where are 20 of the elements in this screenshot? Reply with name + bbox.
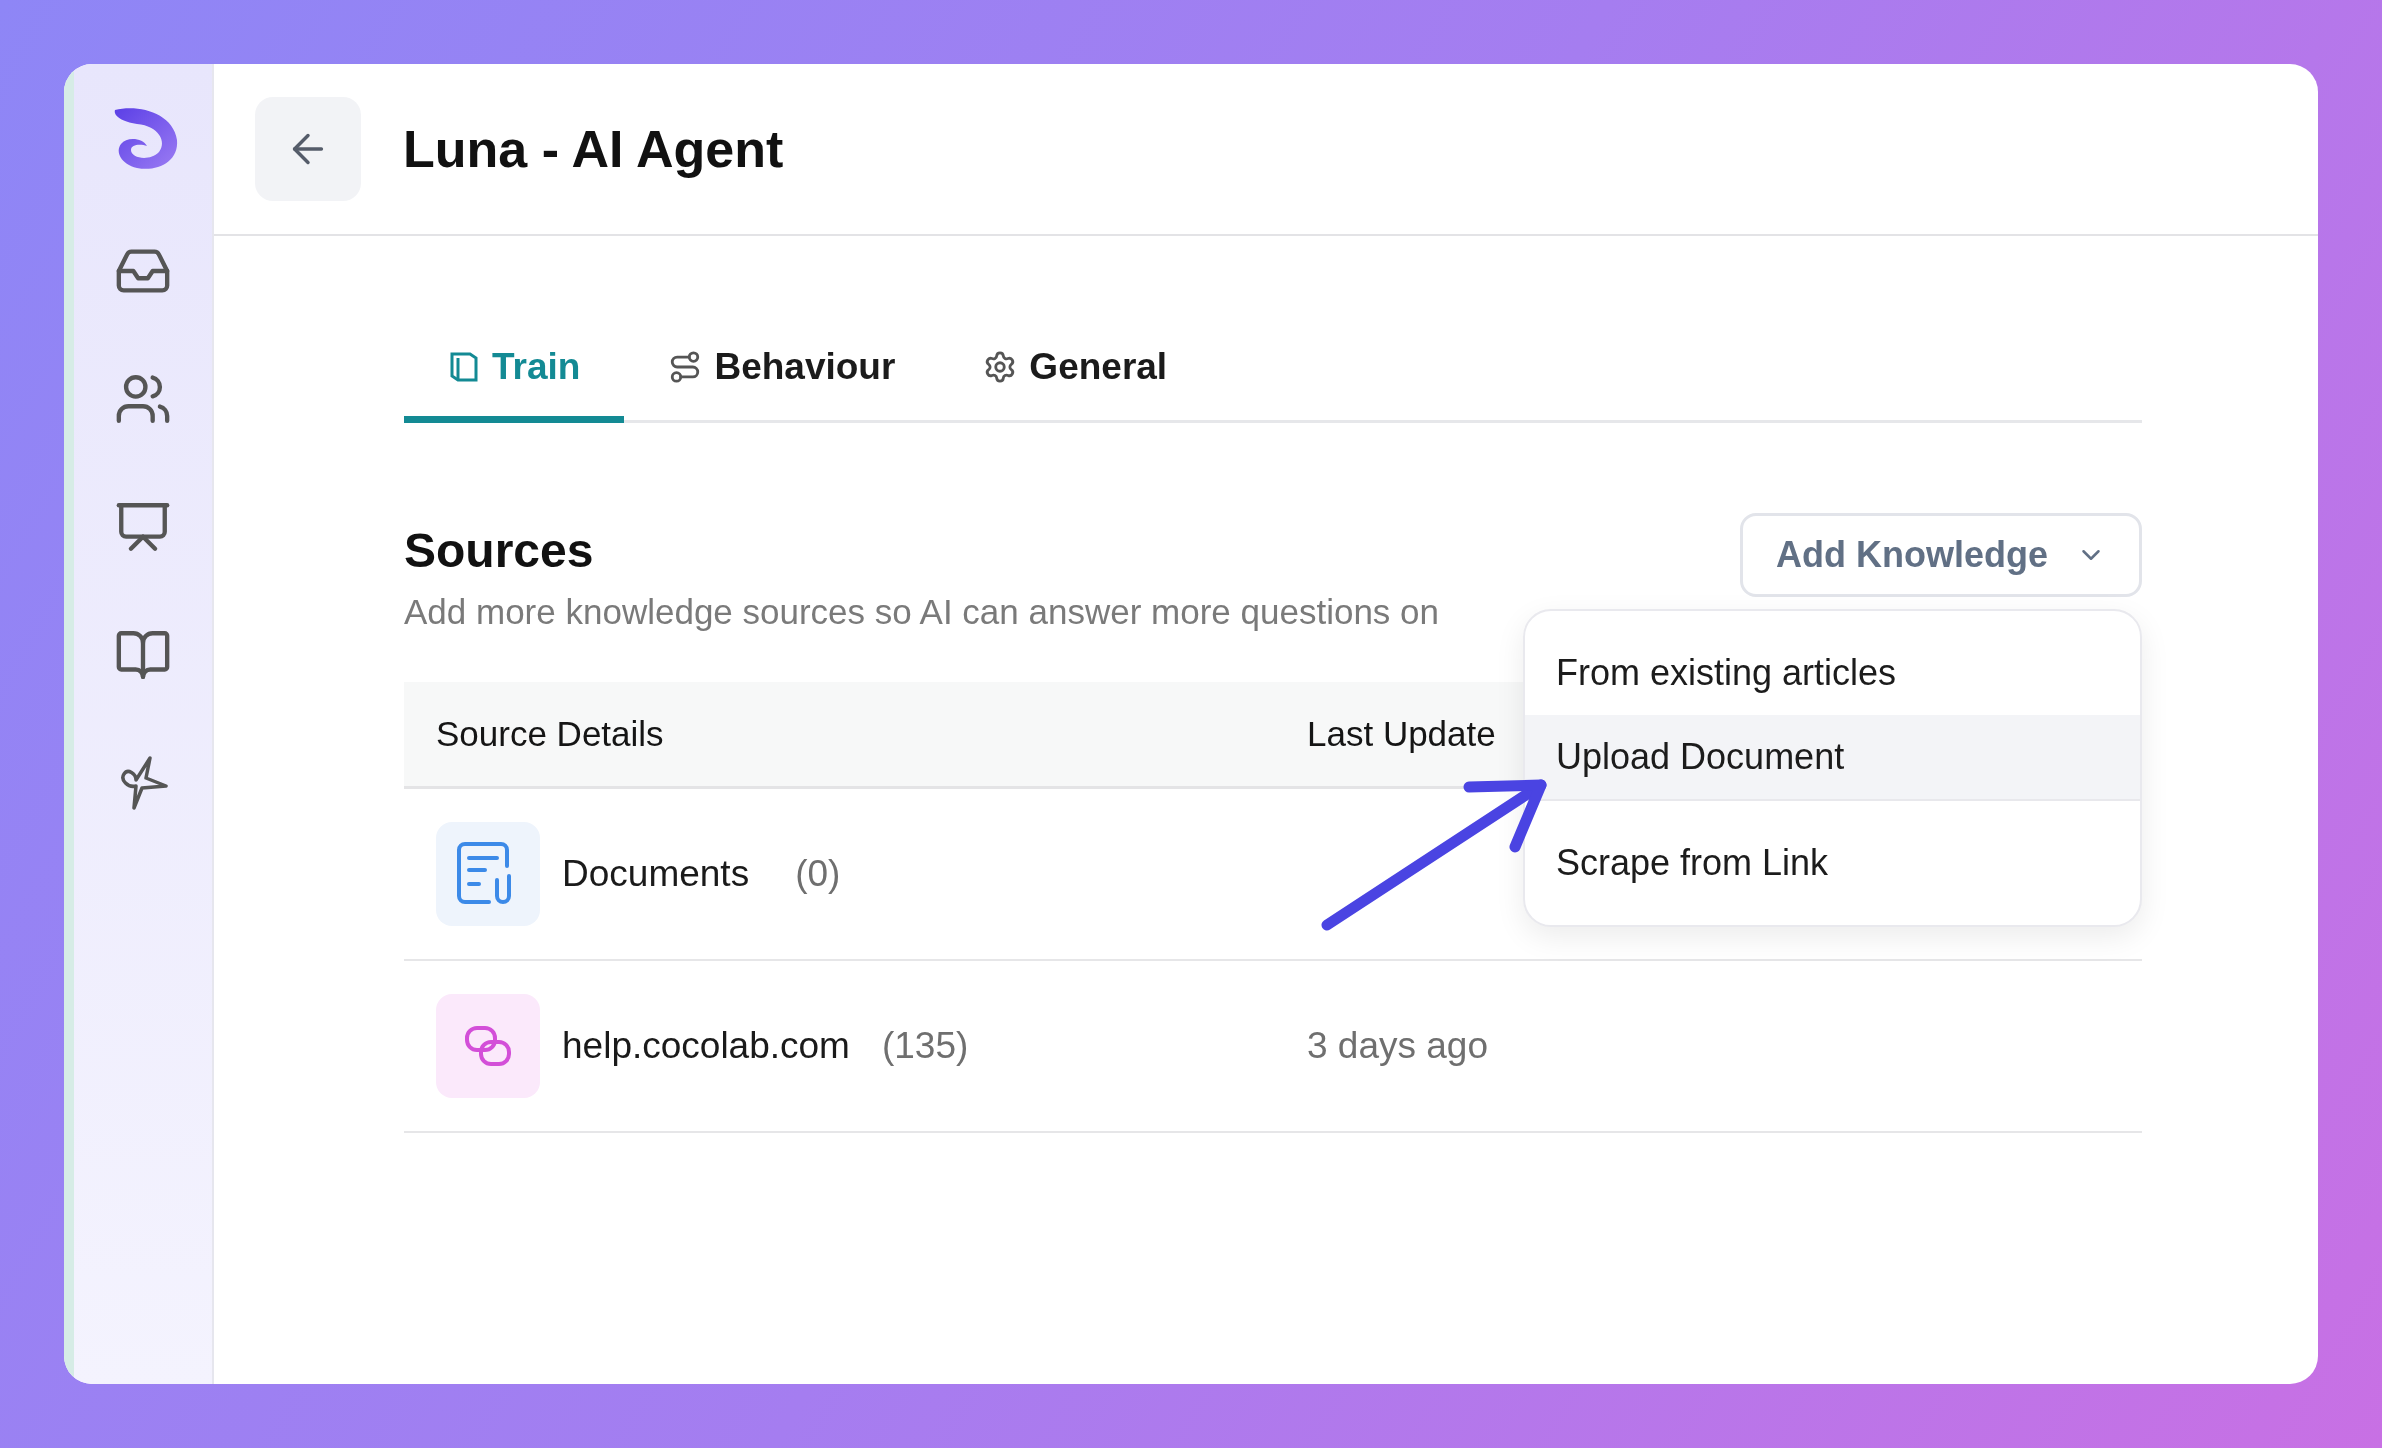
column-header: Source Details (436, 714, 665, 754)
back-button[interactable] (255, 97, 361, 201)
last-updated: 3 days ago (1307, 1025, 1490, 1067)
source-name: Documents (562, 853, 750, 895)
page-title: Luna - AI Agent (403, 119, 784, 179)
section-description: Add more knowledge sources so AI can answer more questions on (404, 592, 1439, 632)
column-header: Last Update (1307, 714, 1497, 754)
link-icon (463, 1024, 513, 1068)
tab[interactable]: General (939, 316, 1212, 423)
menu-item[interactable]: From existing articles (1525, 631, 2140, 715)
menu-item[interactable]: Upload Document (1525, 715, 2140, 801)
section-title: Sources (404, 523, 595, 578)
notebook-icon (448, 350, 480, 384)
source-count: (0) (795, 853, 841, 895)
source-name: help.cocolab.com (562, 1025, 850, 1067)
tab[interactable]: Train (404, 316, 625, 423)
add-knowledge-button[interactable]: Add Knowledge (1740, 513, 2142, 597)
tab[interactable]: Behaviour (624, 316, 940, 423)
menu-item[interactable]: Scrape from Link (1525, 821, 2140, 905)
source-count: (135) (881, 1025, 969, 1067)
